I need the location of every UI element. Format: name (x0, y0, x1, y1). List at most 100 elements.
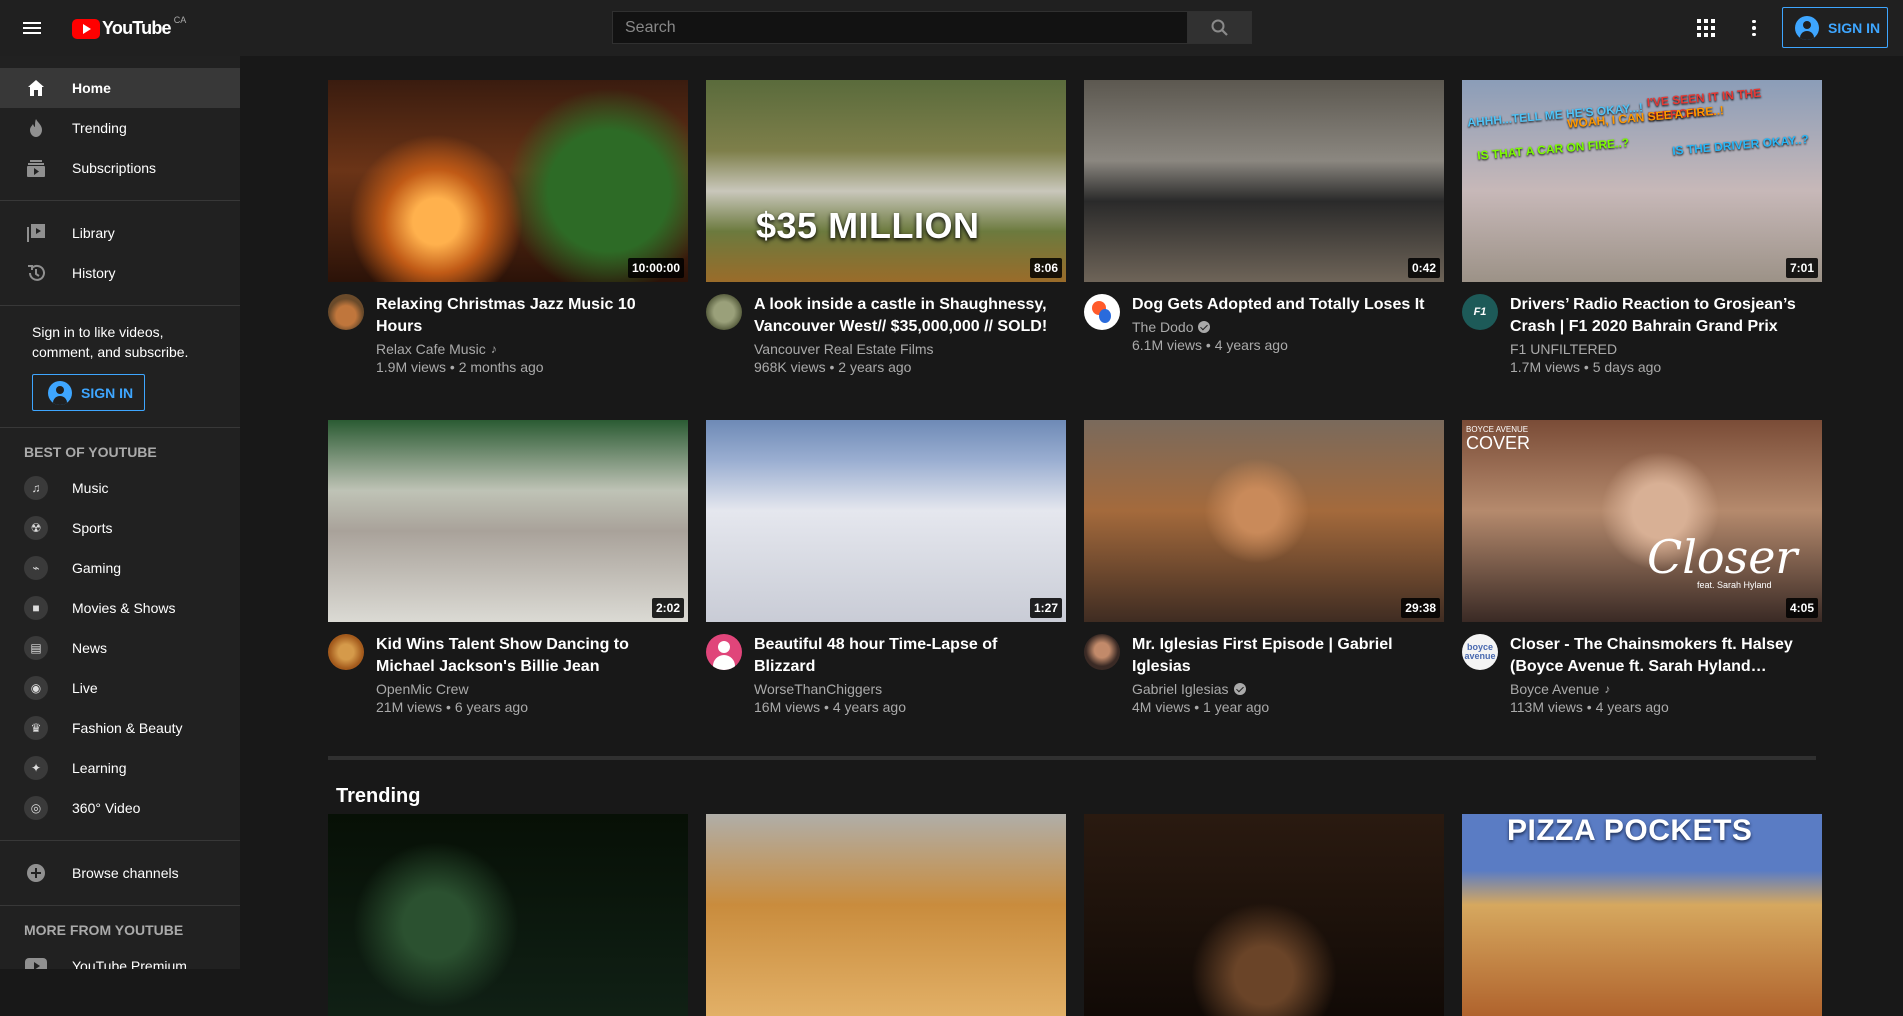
avatar-text: F1 (1473, 306, 1487, 318)
video-title[interactable]: Kid Wins Talent Show Dancing to Michael … (376, 634, 681, 678)
channel-name[interactable]: WorseThanChiggers (754, 680, 882, 698)
channel-row: Relax Cafe Music ♪ (376, 340, 681, 358)
video-stats: 4M views • 1 year ago (1132, 698, 1437, 716)
search-icon (1211, 19, 1228, 36)
music-note-icon: ♪ (490, 342, 497, 356)
video-thumbnail[interactable]: 0:42 (1084, 80, 1444, 282)
video-thumbnail[interactable]: AHHH...TELL ME HE'S OKAY...! I'VE SEEN IT… (1462, 80, 1822, 282)
more-from-youtube-header: MORE FROM YOUTUBE (24, 922, 184, 938)
video-stats: 968K views • 2 years ago (754, 358, 1059, 376)
channel-row: The Dodo (1132, 318, 1437, 336)
sidebar-item-gaming[interactable]: ⌁ Gaming (0, 548, 240, 588)
video-title[interactable]: Beautiful 48 hour Time-Lapse of Blizzard (754, 634, 1059, 678)
thumbnail-overlay-text: COVER (1466, 433, 1531, 453)
sidebar-item-360-video[interactable]: ◎ 360° Video (0, 788, 240, 828)
sidebar-item-movies[interactable]: ■ Movies & Shows (0, 588, 240, 628)
sidebar-item-news[interactable]: ▤ News (0, 628, 240, 668)
channel-name[interactable]: Vancouver Real Estate Films (754, 340, 933, 358)
divider (0, 305, 240, 306)
channel-avatar[interactable]: boyce avenue (1462, 634, 1498, 670)
view-count: 16M views (754, 699, 821, 715)
sign-in-button[interactable]: SIGN IN (1782, 7, 1888, 48)
top-bar: YouTube CA SIGN IN (0, 0, 1903, 56)
sidebar-item-library[interactable]: Library (0, 213, 240, 253)
channel-avatar[interactable] (706, 294, 742, 330)
trending-video-card[interactable] (706, 814, 1066, 1016)
sidebar-item-sports[interactable]: ☢ Sports (0, 508, 240, 548)
video-card[interactable]: $35 MILLION 8:06 A look inside a castle … (706, 80, 1066, 376)
channel-name[interactable]: F1 UNFILTERED (1510, 340, 1617, 358)
video-card[interactable]: AHHH...TELL ME HE'S OKAY...! I'VE SEEN IT… (1462, 80, 1822, 376)
trending-video-card[interactable]: PIZZA POCKETS (1462, 814, 1822, 1016)
channel-name[interactable]: Relax Cafe Music (376, 340, 486, 358)
sidebar-item-subscriptions[interactable]: Subscriptions (0, 148, 240, 188)
add-circle-icon (24, 861, 48, 885)
video-title[interactable]: Dog Gets Adopted and Totally Loses It (1132, 294, 1437, 316)
video-thumbnail[interactable]: BOYCE AVENUE COVER Closer feat. Sarah Hy… (1462, 420, 1822, 622)
video-thumbnail[interactable] (1084, 814, 1444, 1016)
channel-row: Vancouver Real Estate Films (754, 340, 1059, 358)
video-thumbnail[interactable] (328, 814, 688, 1016)
fashion-icon: ♛ (24, 716, 48, 740)
video-title[interactable]: Closer - The Chainsmokers ft. Halsey (Bo… (1510, 634, 1815, 678)
video-thumbnail[interactable]: PIZZA POCKETS (1462, 814, 1822, 1016)
video-title[interactable]: Drivers’ Radio Reaction to Grosjean’s Cr… (1510, 294, 1815, 338)
video-thumbnail[interactable]: 2:02 (328, 420, 688, 622)
sidebar-item-youtube-premium[interactable]: YouTube Premium (0, 946, 240, 969)
sidebar-item-fashion[interactable]: ♛ Fashion & Beauty (0, 708, 240, 748)
section-divider (328, 756, 1816, 760)
sidebar-item-learning[interactable]: ✦ Learning (0, 748, 240, 788)
channel-avatar[interactable] (706, 634, 742, 670)
main-content: 10:00:00 Relaxing Christmas Jazz Music 1… (240, 56, 1903, 1016)
video-thumbnail[interactable]: 1:27 (706, 420, 1066, 622)
sidebar-item-browse-channels[interactable]: Browse channels (0, 853, 240, 893)
trending-video-card[interactable] (328, 814, 688, 1016)
video-meta: boyce avenue Closer - The Chainsmokers f… (1462, 634, 1822, 716)
youtube-logo[interactable]: YouTube CA (72, 15, 186, 39)
video-card[interactable]: BOYCE AVENUE COVER Closer feat. Sarah Hy… (1462, 420, 1822, 716)
video-title[interactable]: Relaxing Christmas Jazz Music 10 Hours (376, 294, 681, 338)
dot-separator: • (1583, 359, 1593, 375)
video-card[interactable]: 10:00:00 Relaxing Christmas Jazz Music 1… (328, 80, 688, 376)
sidebar-item-live[interactable]: ◉ Live (0, 668, 240, 708)
more-options-icon[interactable] (1742, 16, 1766, 40)
sidebar-item-label: Home (72, 80, 111, 96)
trending-video-card[interactable] (1084, 814, 1444, 1016)
search-input[interactable] (612, 11, 1187, 44)
video-title[interactable]: A look inside a castle in Shaughnessy, V… (754, 294, 1059, 338)
channel-avatar[interactable] (1084, 294, 1120, 330)
video-stats: 1.7M views • 5 days ago (1510, 358, 1815, 376)
channel-avatar[interactable]: F1 (1462, 294, 1498, 330)
video-thumbnail[interactable] (706, 814, 1066, 1016)
hamburger-menu-icon[interactable] (20, 16, 44, 40)
sidebar-sign-in-button[interactable]: SIGN IN (32, 374, 145, 411)
view-count: 1.9M views (376, 359, 447, 375)
channel-avatar[interactable] (1084, 634, 1120, 670)
upload-age: 5 days ago (1592, 359, 1662, 375)
video-card[interactable]: 0:42 Dog Gets Adopted and Totally Loses … (1084, 80, 1444, 354)
apps-grid-icon[interactable] (1694, 16, 1718, 40)
channel-name[interactable]: The Dodo (1132, 318, 1193, 336)
sidebar-item-music[interactable]: ♫ Music (0, 468, 240, 508)
video-card[interactable]: 29:38 Mr. Iglesias First Episode | Gabri… (1084, 420, 1444, 716)
upload-age: 1 year ago (1203, 699, 1270, 715)
sidebar-item-trending[interactable]: Trending (0, 108, 240, 148)
video-card[interactable]: 1:27 Beautiful 48 hour Time-Lapse of Bli… (706, 420, 1066, 716)
duration-badge: 10:00:00 (627, 258, 684, 278)
video-thumbnail[interactable]: 29:38 (1084, 420, 1444, 622)
video-thumbnail[interactable]: 10:00:00 (328, 80, 688, 282)
video-card[interactable]: 2:02 Kid Wins Talent Show Dancing to Mic… (328, 420, 688, 716)
channel-avatar[interactable] (328, 634, 364, 670)
channel-name[interactable]: Gabriel Iglesias (1132, 680, 1229, 698)
360-video-icon: ◎ (24, 796, 48, 820)
sidebar-item-label: Sports (72, 520, 113, 536)
music-icon: ♫ (24, 476, 48, 500)
sidebar-item-history[interactable]: History (0, 253, 240, 293)
search-button[interactable] (1187, 11, 1252, 44)
channel-avatar[interactable] (328, 294, 364, 330)
video-thumbnail[interactable]: $35 MILLION 8:06 (706, 80, 1066, 282)
video-title[interactable]: Mr. Iglesias First Episode | Gabriel Igl… (1132, 634, 1437, 678)
channel-name[interactable]: Boyce Avenue (1510, 680, 1599, 698)
sidebar-item-home[interactable]: Home (0, 68, 240, 108)
channel-name[interactable]: OpenMic Crew (376, 680, 469, 698)
